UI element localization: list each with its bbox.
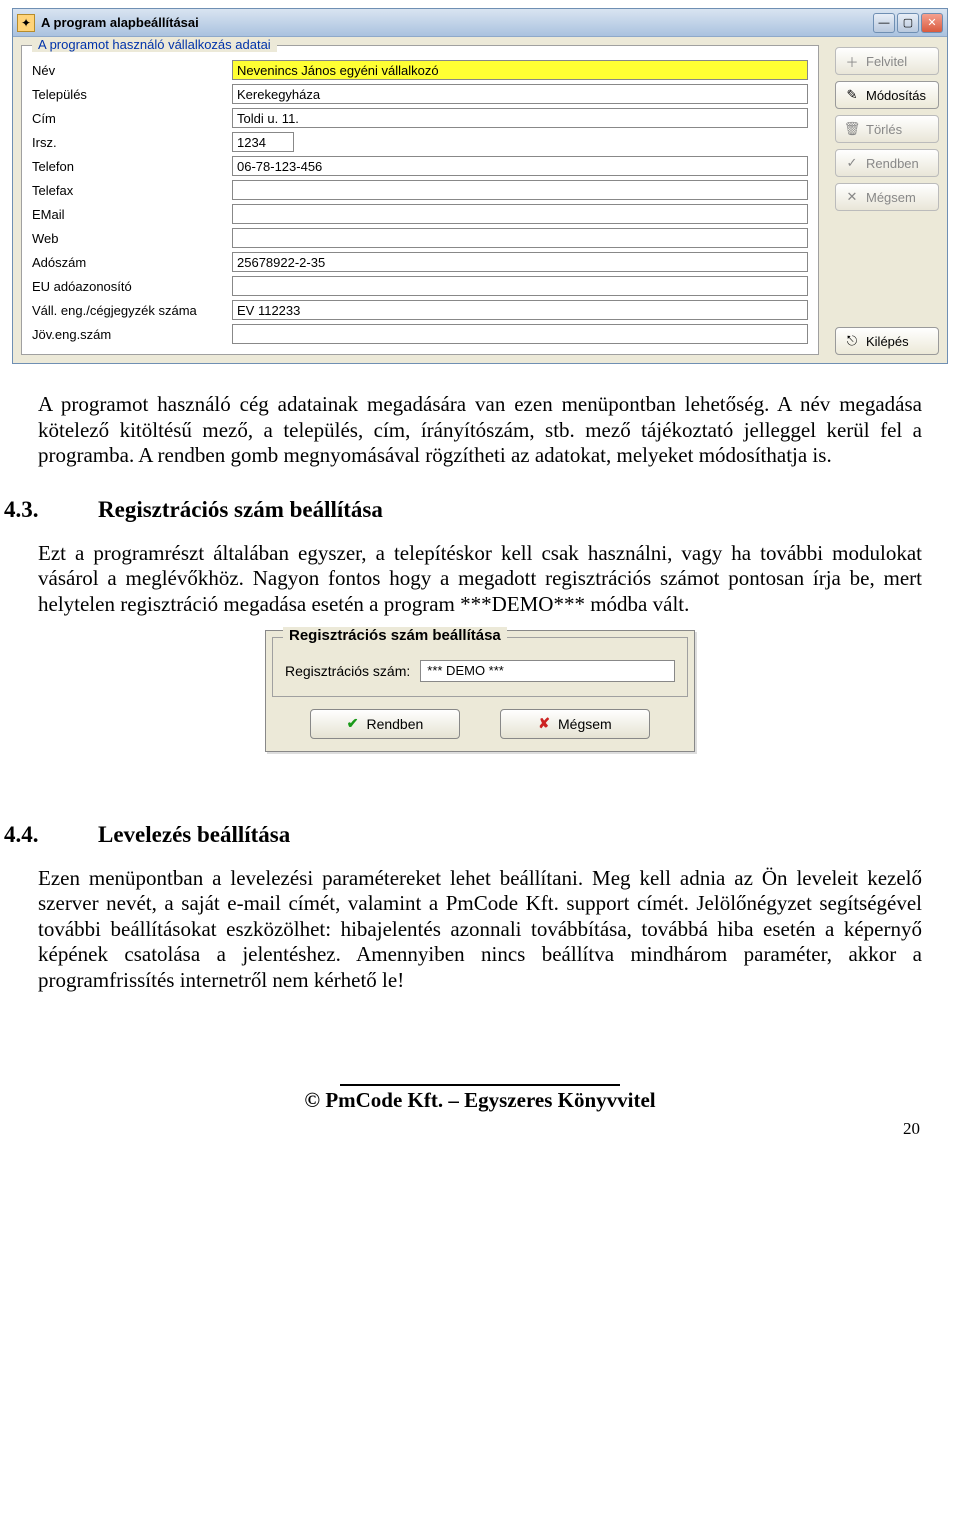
- modositas-button[interactable]: ✎ Módosítás: [835, 81, 939, 109]
- check-icon: ✔: [347, 715, 359, 732]
- input-joveng[interactable]: [232, 324, 808, 344]
- label-adoszam: Adószám: [32, 252, 232, 272]
- label-web: Web: [32, 228, 232, 248]
- maximize-button[interactable]: ▢: [897, 13, 919, 33]
- label-joveng: Jöv.eng.szám: [32, 324, 232, 344]
- heading-4-4-text: Levelezés beállítása: [98, 822, 290, 847]
- groupbox-legend: A programot használó vállalkozás adatai: [32, 37, 277, 52]
- heading-4-3: 4.3.Regisztrációs szám beállítása: [0, 469, 960, 533]
- felvitel-button[interactable]: ＋ Felvitel: [835, 47, 939, 75]
- label-cim: Cím: [32, 108, 232, 128]
- kilepes-label: Kilépés: [866, 334, 909, 349]
- input-telefax[interactable]: [232, 180, 808, 200]
- input-nev[interactable]: [232, 60, 808, 80]
- input-irsz[interactable]: [232, 132, 294, 152]
- dialog-megsem-button[interactable]: ✘ Mégsem: [500, 709, 650, 739]
- input-adoszam[interactable]: [232, 252, 808, 272]
- rendben-button[interactable]: ✓ Rendben: [835, 149, 939, 177]
- plus-icon: ＋: [844, 52, 860, 71]
- label-telefax: Telefax: [32, 180, 232, 200]
- input-email[interactable]: [232, 204, 808, 224]
- rendben-label: Rendben: [866, 156, 919, 171]
- megsem-label: Mégsem: [866, 190, 916, 205]
- page-footer: © PmCode Kft. – Egyszeres Könyvvitel: [0, 1084, 960, 1113]
- app-icon: ✦: [17, 14, 35, 32]
- company-data-groupbox: A programot használó vállalkozás adatai …: [21, 45, 819, 355]
- registration-input[interactable]: [420, 660, 675, 682]
- kilepes-button[interactable]: ⎋ Kilépés: [835, 327, 939, 355]
- edit-icon: ✎: [844, 87, 860, 103]
- input-telepules[interactable]: [232, 84, 808, 104]
- modositas-label: Módosítás: [866, 88, 926, 103]
- trash-icon: 🗑: [844, 121, 860, 137]
- footer-divider: [340, 1084, 620, 1086]
- label-vall: Váll. eng./cégjegyzék száma: [32, 300, 232, 320]
- dialog-megsem-label: Mégsem: [558, 716, 612, 732]
- registration-label: Regisztrációs szám:: [285, 663, 410, 679]
- exit-icon: ⎋: [844, 333, 860, 349]
- settings-window: ✦ A program alapbeállításai — ▢ ✕ A prog…: [12, 8, 948, 364]
- torles-button[interactable]: 🗑 Törlés: [835, 115, 939, 143]
- heading-4-4: 4.4.Levelezés beállítása: [0, 752, 960, 858]
- heading-4-3-text: Regisztrációs szám beállítása: [98, 497, 383, 522]
- input-web[interactable]: [232, 228, 808, 248]
- paragraph-2: Ezt a programrészt általában egyszer, a …: [0, 533, 960, 618]
- window-titlebar: ✦ A program alapbeállításai — ▢ ✕: [13, 9, 947, 37]
- registration-groupbox-legend: Regisztrációs szám beállítása: [283, 627, 507, 644]
- paragraph-1: A programot használó cég adatainak megad…: [0, 364, 960, 469]
- registration-dialog: Regisztrációs szám beállítása Regisztrác…: [265, 630, 695, 752]
- check-icon: ✓: [844, 155, 860, 171]
- dialog-rendben-label: Rendben: [366, 716, 423, 732]
- megsem-button[interactable]: ✕ Mégsem: [835, 183, 939, 211]
- label-telepules: Település: [32, 84, 232, 104]
- page-number: 20: [0, 1113, 960, 1139]
- paragraph-3: Ezen menüpontban a levelezési paramétere…: [0, 858, 960, 994]
- dialog-rendben-button[interactable]: ✔ Rendben: [310, 709, 460, 739]
- minimize-button[interactable]: —: [873, 13, 895, 33]
- felvitel-label: Felvitel: [866, 54, 907, 69]
- heading-4-4-num: 4.4.: [38, 822, 98, 848]
- label-euado: EU adóazonosító: [32, 276, 232, 296]
- label-telefon: Telefon: [32, 156, 232, 176]
- input-euado[interactable]: [232, 276, 808, 296]
- input-cim[interactable]: [232, 108, 808, 128]
- window-title: A program alapbeállításai: [41, 15, 867, 30]
- input-vall[interactable]: [232, 300, 808, 320]
- label-irsz: Irsz.: [32, 132, 232, 152]
- footer-text: © PmCode Kft. – Egyszeres Könyvvitel: [0, 1088, 960, 1113]
- torles-label: Törlés: [866, 122, 902, 137]
- side-button-panel: ＋ Felvitel ✎ Módosítás 🗑 Törlés ✓ Rendbe…: [827, 37, 947, 363]
- cross-icon: ✘: [538, 715, 550, 732]
- label-email: EMail: [32, 204, 232, 224]
- heading-4-3-num: 4.3.: [38, 497, 98, 523]
- close-button[interactable]: ✕: [921, 13, 943, 33]
- label-nev: Név: [32, 60, 232, 80]
- cancel-icon: ✕: [844, 189, 860, 205]
- input-telefon[interactable]: [232, 156, 808, 176]
